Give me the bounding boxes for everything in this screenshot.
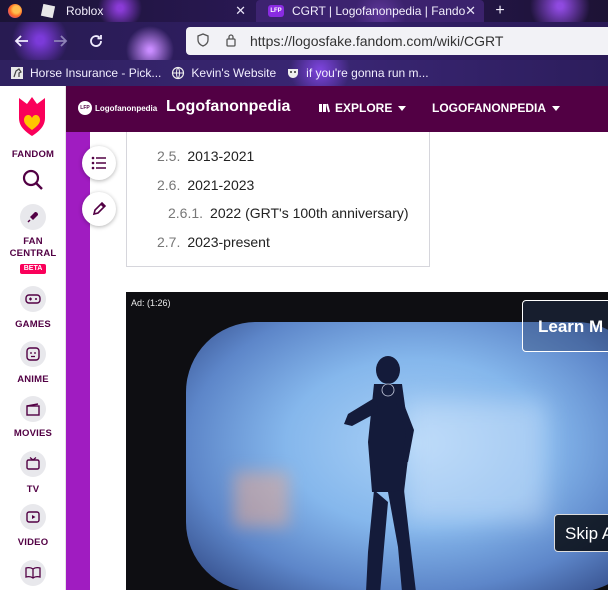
address-bar[interactable]: https://logosfake.fandom.com/wiki/CGRT xyxy=(186,27,608,55)
wiki-mini-logo[interactable]: LFP Logofanonpedia xyxy=(78,101,157,115)
toc-number: 2.5. xyxy=(157,148,181,164)
beta-badge: BETA xyxy=(20,264,46,274)
bookmark-label: if you're gonna run m... xyxy=(306,66,429,80)
explore-menu[interactable]: EXPLORE xyxy=(318,101,407,115)
tab-close-icon[interactable]: ✕ xyxy=(465,3,476,19)
toc-text: 2013-2021 xyxy=(187,148,255,164)
tv-icon[interactable] xyxy=(20,451,46,477)
toc-text: 2021-2023 xyxy=(187,177,255,193)
skip-ad-button[interactable]: Skip A xyxy=(554,514,608,552)
wiki-mini-logo-text: Logofanonpedia xyxy=(95,103,158,113)
fan-central-label[interactable]: FAN CENTRAL xyxy=(0,236,66,260)
movies-label[interactable]: MOVIES xyxy=(0,428,66,439)
toc-item[interactable]: 2.6.1. 2022 (GRT's 100th anniversary) xyxy=(168,205,409,221)
globe-icon xyxy=(171,66,185,80)
pencil-icon xyxy=(91,201,107,217)
face-icon[interactable] xyxy=(20,341,46,367)
bookmark-gonna-run[interactable]: if you're gonna run m... xyxy=(286,66,429,80)
lock-icon[interactable] xyxy=(220,33,242,50)
fandom-wordmark[interactable]: FANDOM xyxy=(0,149,66,160)
toc-item[interactable]: 2.6. 2021-2023 xyxy=(157,177,254,193)
clapper-icon[interactable] xyxy=(20,396,46,422)
lfp-badge-icon: LFP xyxy=(78,101,92,115)
explore-icon xyxy=(318,103,330,113)
tab-close-icon[interactable]: ✕ xyxy=(235,3,246,19)
horse-icon xyxy=(10,66,24,80)
light-haze xyxy=(234,472,289,527)
explore-label: EXPLORE xyxy=(335,101,393,115)
toc-item[interactable]: 2.5. 2013-2021 xyxy=(157,148,254,164)
logofanonpedia-menu-label: LOGOFANONPEDIA xyxy=(432,101,547,115)
browser-navbar: https://logosfake.fandom.com/wiki/CGRT xyxy=(0,22,608,60)
toc-number: 2.6.1. xyxy=(168,205,204,221)
bookmark-label: Kevin's Website xyxy=(191,66,277,80)
book-icon[interactable] xyxy=(20,560,46,586)
shield-icon[interactable] xyxy=(192,32,214,50)
ad-countdown: Ad: (1:26) xyxy=(131,298,171,308)
fandom-global-nav: FANDOM FAN CENTRAL BETA GAMES ANIME MOVI… xyxy=(0,86,66,590)
rocket-icon[interactable] xyxy=(20,204,46,230)
table-of-contents: 2.5. 2013-2021 2.6. 2021-2023 2.6.1. 2022 (… xyxy=(126,132,430,267)
back-icon[interactable] xyxy=(10,29,34,53)
tab-roblox[interactable]: Roblox ✕ xyxy=(32,0,254,22)
tab-title: Roblox xyxy=(66,4,104,18)
toc-number: 2.7. xyxy=(157,234,181,250)
tab-title: CGRT | Logofanonpedia | Fando xyxy=(292,4,466,18)
toc-toggle-button[interactable] xyxy=(82,146,116,180)
toc-item[interactable]: 2.7. 2023-present xyxy=(157,234,270,250)
firefox-menu-tab[interactable] xyxy=(0,0,30,22)
new-tab-button[interactable]: + xyxy=(490,0,510,22)
browser-tab-bar: Roblox ✕ LFP CGRT | Logofanonpedia | Fan… xyxy=(0,0,608,22)
toc-text: 2023-present xyxy=(187,234,270,250)
chevron-down-icon xyxy=(552,105,561,111)
games-label[interactable]: GAMES xyxy=(0,319,66,330)
bookmark-kevins-website[interactable]: Kevin's Website xyxy=(171,66,276,80)
logofanonpedia-menu[interactable]: LOGOFANONPEDIA xyxy=(432,101,561,115)
firefox-icon xyxy=(8,4,22,18)
video-label[interactable]: VIDEO xyxy=(0,537,66,548)
bookmark-label: Horse Insurance - Pick... xyxy=(30,66,162,80)
edit-button[interactable] xyxy=(82,192,116,226)
lfp-favicon-icon: LFP xyxy=(268,5,284,17)
screenshot: Roblox ✕ LFP CGRT | Logofanonpedia | Fan… xyxy=(0,0,608,590)
performer-silhouette xyxy=(344,356,416,590)
toc-number: 2.6. xyxy=(157,177,181,193)
wiki-title[interactable]: Logofanonpedia xyxy=(166,98,290,116)
fandom-heart-logo-icon[interactable] xyxy=(15,94,49,138)
forward-icon[interactable] xyxy=(48,29,72,53)
wiki-header: LFP Logofanonpedia Logofanonpedia EXPLOR… xyxy=(66,86,608,132)
bookmarks-bar: Horse Insurance - Pick... Kevin's Websit… xyxy=(0,60,608,86)
roblox-icon xyxy=(40,3,56,19)
toc-text: 2022 (GRT's 100th anniversary) xyxy=(210,205,409,221)
video-ad[interactable]: Ad: (1:26) Learn M Skip A xyxy=(126,292,608,590)
play-icon[interactable] xyxy=(20,504,46,530)
bookmark-horse-insurance[interactable]: Horse Insurance - Pick... xyxy=(10,66,161,80)
url-text: https://logosfake.fandom.com/wiki/CGRT xyxy=(250,33,504,49)
mask-icon xyxy=(286,66,300,80)
tab-cgrt[interactable]: LFP CGRT | Logofanonpedia | Fando ✕ xyxy=(256,0,484,22)
search-icon[interactable] xyxy=(21,168,45,192)
tv-label[interactable]: TV xyxy=(0,484,66,495)
chevron-down-icon xyxy=(398,105,407,111)
reload-icon[interactable] xyxy=(84,29,108,53)
anime-label[interactable]: ANIME xyxy=(0,374,66,385)
controller-icon[interactable] xyxy=(20,286,46,312)
list-icon xyxy=(91,156,107,170)
video-frame xyxy=(186,322,608,590)
learn-more-button[interactable]: Learn M xyxy=(522,300,608,352)
